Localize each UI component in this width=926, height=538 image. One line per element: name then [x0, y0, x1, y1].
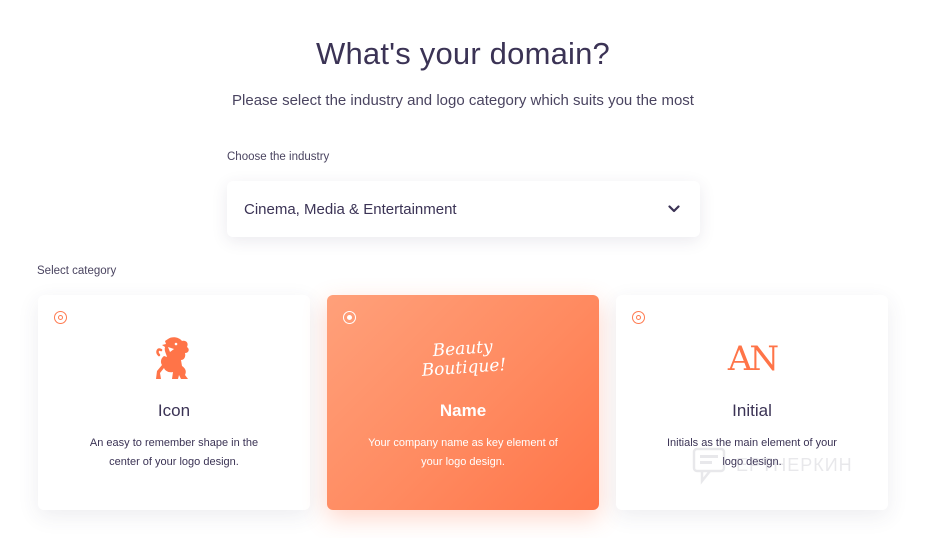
name-sample-logo: Beauty Boutique! — [327, 331, 599, 387]
card-description: An easy to remember shape in the center … — [89, 437, 259, 468]
category-card-icon[interactable]: Icon An easy to remember shape in the ce… — [38, 295, 310, 510]
category-card-name[interactable]: Beauty Boutique! Name Your company name … — [327, 295, 599, 510]
radio-initial-category[interactable] — [632, 311, 645, 324]
card-description: Your company name as key element of your… — [368, 437, 558, 468]
page-title: What's your domain? — [315, 36, 611, 71]
lion-icon — [38, 331, 310, 387]
card-description: Initials as the main element of your log… — [667, 437, 837, 468]
chevron-down-icon — [666, 201, 682, 217]
card-title: Name — [439, 401, 487, 420]
card-title: Initial — [732, 401, 772, 420]
industry-label: Choose the industry — [227, 151, 330, 163]
category-card-initial[interactable]: AN Initial Initials as the main element … — [616, 295, 888, 510]
industry-select-value: Cinema, Media & Entertainment — [244, 200, 457, 218]
sample-initials: AN — [727, 339, 779, 379]
initials-sample-logo: AN — [616, 331, 888, 387]
radio-icon-category[interactable] — [54, 311, 67, 324]
radio-name-category[interactable] — [343, 311, 356, 324]
category-label: Select category — [37, 265, 117, 277]
page-subtitle: Please select the industry and logo cate… — [232, 92, 694, 109]
industry-select[interactable]: Cinema, Media & Entertainment — [227, 181, 700, 237]
card-title: Icon — [157, 401, 191, 420]
sample-text-line2: Boutique! — [420, 355, 507, 381]
